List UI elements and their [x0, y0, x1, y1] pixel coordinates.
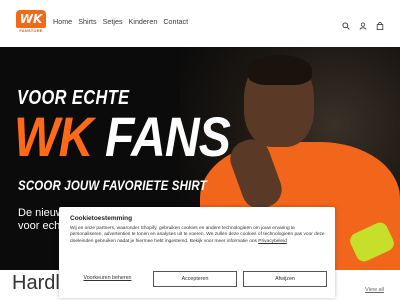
- accept-button[interactable]: Accepteren: [153, 271, 237, 287]
- hero-heading-line2: WK FANS: [14, 105, 231, 168]
- main-nav: Home Shirts Setjes Kinderen Contact: [53, 17, 188, 27]
- player-hair: [248, 55, 312, 85]
- header-icons: [342, 17, 384, 30]
- logo-subtext: FANSTORE: [19, 28, 43, 33]
- hero-white-word: FANS: [105, 105, 231, 168]
- cookie-text: Wij en onze partners, waaronder Shopify,…: [70, 226, 326, 245]
- logo-mark: WK: [16, 10, 46, 28]
- user-icon[interactable]: [359, 17, 367, 30]
- nav-shirts[interactable]: Shirts: [78, 17, 96, 27]
- brand-logo[interactable]: WK FANSTORE: [16, 10, 46, 36]
- nav-home[interactable]: Home: [53, 17, 72, 27]
- nav-setjes[interactable]: Setjes: [103, 17, 123, 27]
- hero-accent-word: WK: [14, 105, 93, 168]
- cart-icon[interactable]: [376, 17, 384, 30]
- view-all-link[interactable]: View all: [365, 287, 384, 293]
- nav-contact[interactable]: Contact: [163, 17, 188, 27]
- search-icon[interactable]: [342, 17, 350, 30]
- privacy-policy-link[interactable]: Privacybeleid: [258, 239, 287, 244]
- nav-kinderen[interactable]: Kinderen: [129, 17, 158, 27]
- cookie-consent-dialog: Cookietoestemming Wij en onze partners, …: [59, 207, 335, 298]
- decline-button[interactable]: Afwijzen: [243, 271, 327, 287]
- cookie-title: Cookietoestemming: [70, 215, 133, 222]
- hero-subheading: SCOOR JOUW FAVORIETE SHIRT: [18, 177, 207, 193]
- site-header: WK FANSTORE Home Shirts Setjes Kinderen …: [0, 0, 400, 46]
- manage-preferences-button[interactable]: Voorkeuren beheren: [70, 271, 145, 287]
